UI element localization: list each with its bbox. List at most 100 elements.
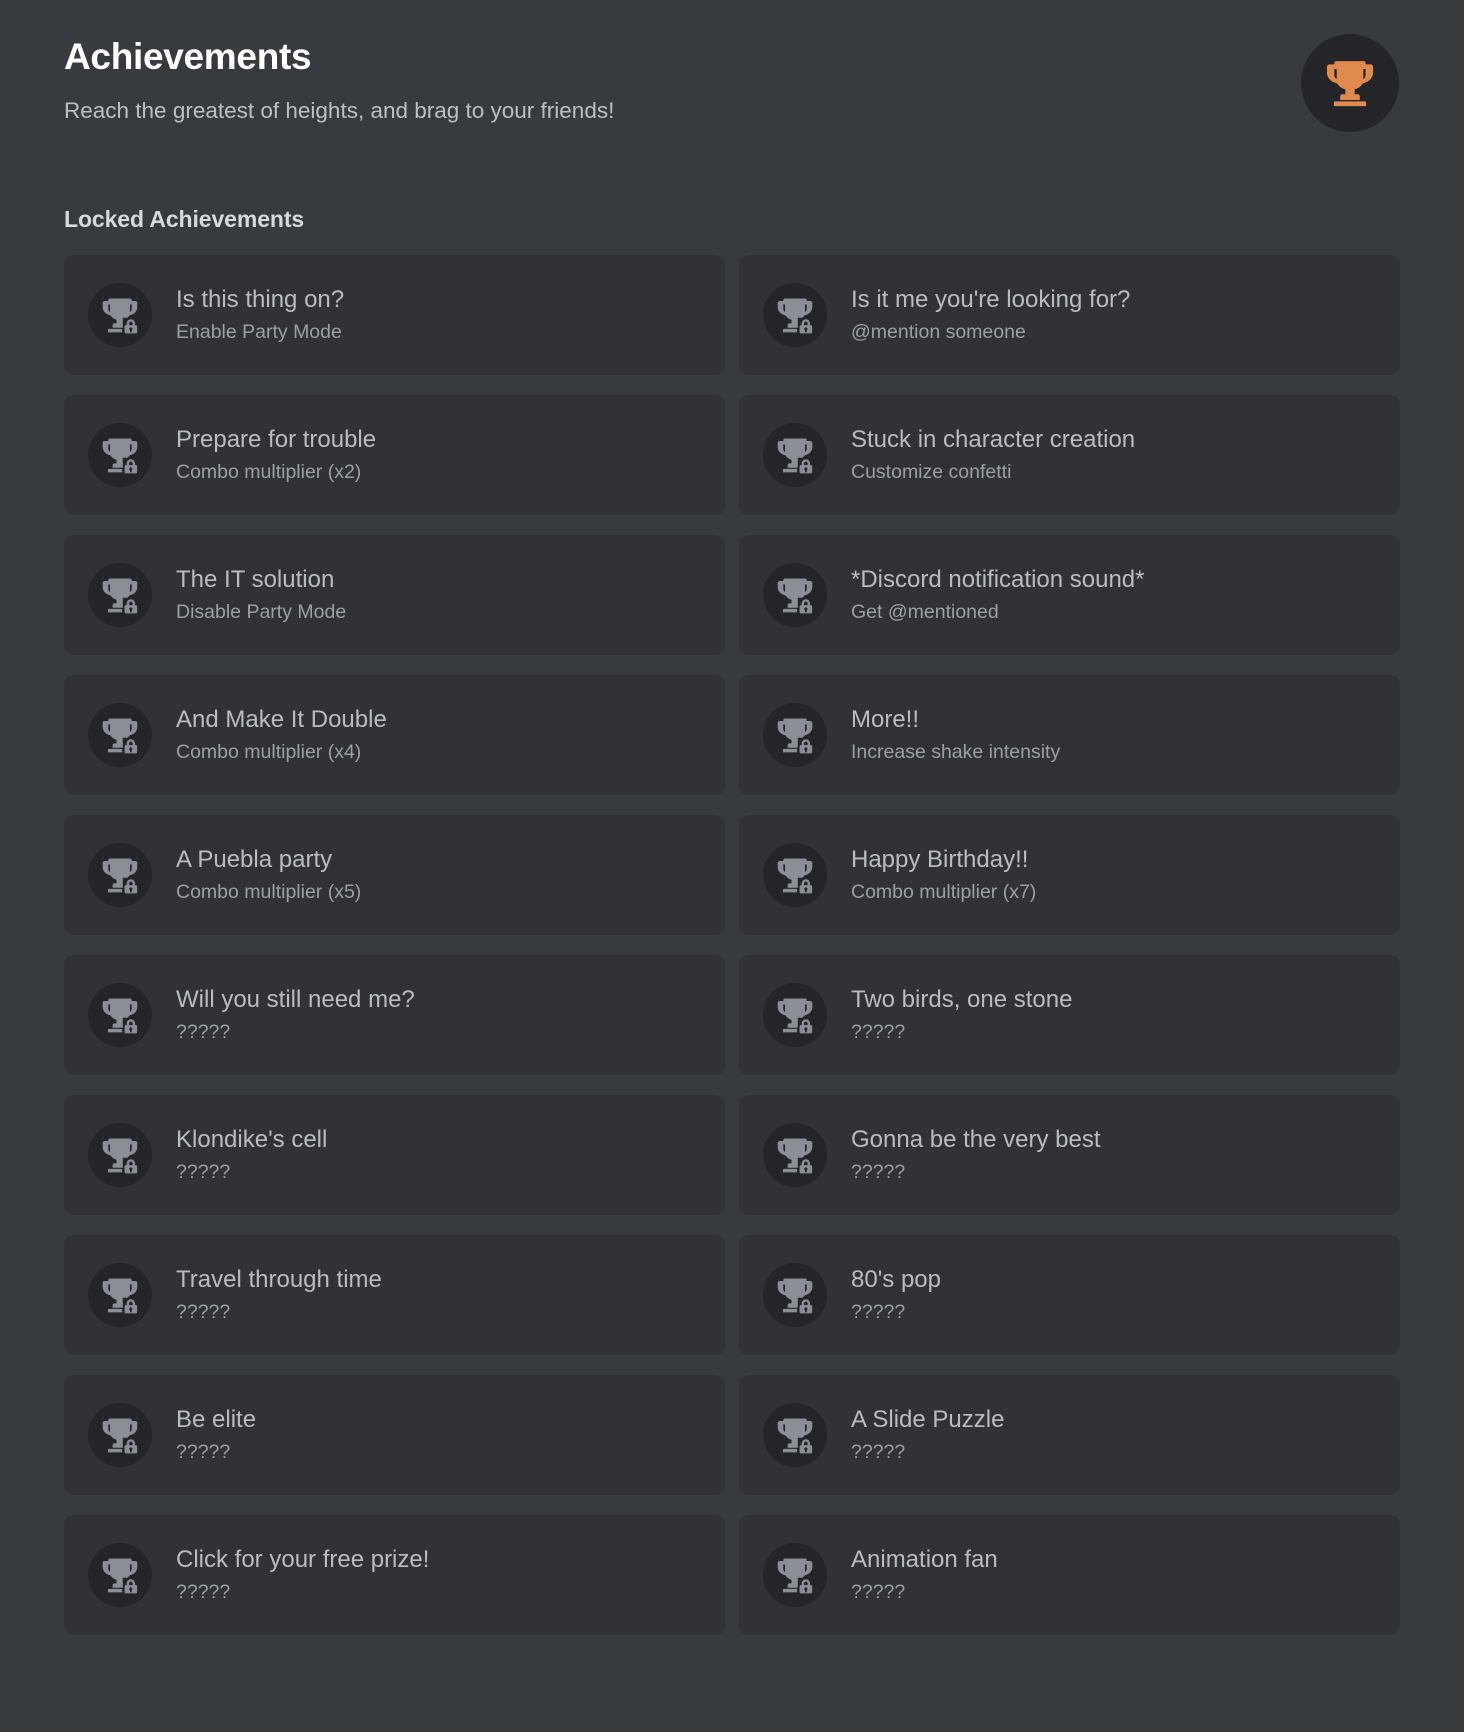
achievement-card[interactable]: Click for your free prize!????? (64, 1515, 725, 1635)
achievement-description: Combo multiplier (x2) (176, 460, 362, 483)
achievement-card[interactable]: Travel through time????? (64, 1235, 725, 1355)
achievement-title: And Make It Double (176, 705, 387, 733)
achievement-card[interactable]: And Make It Double Combo multiplier (x4) (64, 675, 725, 795)
achievement-text: 80's pop????? (851, 1266, 941, 1324)
trophy-locked-icon (88, 1403, 152, 1467)
achievement-card[interactable]: Is it me you're looking for? @mention som… (739, 255, 1400, 375)
achievement-text: Stuck in character creation Customize con… (851, 426, 1135, 484)
achievement-description: ????? (851, 1300, 906, 1323)
trophy-locked-icon (88, 1263, 152, 1327)
achievement-title: Prepare for trouble (176, 425, 377, 453)
achievements-grid: Is this thing on? Enable Party Mode Is it … (64, 255, 1400, 1635)
achievement-description: ????? (851, 1580, 906, 1603)
achievement-description: ????? (176, 1300, 231, 1323)
trophy-locked-icon (763, 983, 827, 1047)
achievement-title: A Puebla party (176, 845, 333, 873)
page-subtitle: Reach the greatest of heights, and brag … (64, 97, 615, 123)
achievement-description: ????? (176, 1160, 231, 1183)
achievement-text: And Make It Double Combo multiplier (x4) (176, 706, 387, 764)
achievement-title: Is it me you're looking for? (851, 285, 1131, 313)
achievement-card[interactable]: Klondike's cell????? (64, 1095, 725, 1215)
trophy-locked-icon (88, 703, 152, 767)
trophy-locked-icon (763, 843, 827, 907)
achievement-description: @mention someone (851, 320, 1026, 343)
trophy-locked-icon (88, 983, 152, 1047)
achievement-text: Is it me you're looking for? @mention som… (851, 286, 1130, 344)
trophy-locked-icon (88, 1543, 152, 1607)
achievement-card[interactable]: Gonna be the very best????? (739, 1095, 1400, 1215)
achievement-card[interactable]: Be elite????? (64, 1375, 725, 1495)
achievement-description: Disable Party Mode (176, 600, 347, 623)
achievement-text: Animation fan????? (851, 1546, 998, 1604)
achievement-text: More!! Increase shake intensity (851, 706, 1060, 764)
achievement-description: ????? (851, 1440, 906, 1463)
achievement-card[interactable]: Two birds, one stone????? (739, 955, 1400, 1075)
achievement-description: ????? (176, 1020, 231, 1043)
achievement-text: A Slide Puzzle????? (851, 1406, 1004, 1464)
achievement-text: Be elite????? (176, 1406, 256, 1464)
achievement-title: Will you still need me? (176, 985, 415, 1013)
achievement-card[interactable]: *Discord notification sound* Get @mention… (739, 535, 1400, 655)
header-trophy-badge (1301, 34, 1399, 132)
achievement-description: Combo multiplier (x5) (176, 880, 362, 903)
achievement-title: Click for your free prize! (176, 1545, 430, 1573)
achievement-title: Be elite (176, 1405, 257, 1433)
achievement-card[interactable]: The IT solution Disable Party Mode (64, 535, 725, 655)
achievement-title: Klondike's cell (176, 1125, 328, 1153)
achievement-title: Gonna be the very best (851, 1125, 1101, 1153)
achievements-page: Achievements Reach the greatest of heigh… (0, 0, 1464, 1732)
achievement-description: Enable Party Mode (176, 320, 342, 343)
achievement-title: A Slide Puzzle (851, 1405, 1005, 1433)
achievement-card[interactable]: Happy Birthday!! Combo multiplier (x7) (739, 815, 1400, 935)
achievement-card[interactable]: Animation fan????? (739, 1515, 1400, 1635)
achievement-description: Combo multiplier (x4) (176, 740, 362, 763)
trophy-locked-icon (88, 423, 152, 487)
achievement-title: 80's pop (851, 1265, 941, 1293)
achievement-text: Klondike's cell????? (176, 1126, 327, 1184)
trophy-locked-icon (763, 1263, 827, 1327)
achievement-description: Combo multiplier (x7) (851, 880, 1037, 903)
achievement-text: Will you still need me?????? (176, 986, 415, 1044)
achievement-card[interactable]: Will you still need me?????? (64, 955, 725, 1075)
trophy-locked-icon (88, 563, 152, 627)
achievement-description: Get @mentioned (851, 600, 999, 623)
achievement-text: Click for your free prize!????? (176, 1546, 429, 1604)
achievement-card[interactable]: Prepare for trouble Combo multiplier (x2) (64, 395, 725, 515)
trophy-locked-icon (763, 1403, 827, 1467)
achievement-text: Travel through time????? (176, 1266, 382, 1324)
achievement-description: Increase shake intensity (851, 740, 1061, 763)
achievement-title: Happy Birthday!! (851, 845, 1029, 873)
trophy-locked-icon (88, 1123, 152, 1187)
achievement-card[interactable]: Stuck in character creation Customize con… (739, 395, 1400, 515)
trophy-locked-icon (763, 703, 827, 767)
page-title: Achievements (64, 36, 312, 77)
achievement-title: Animation fan (851, 1545, 998, 1573)
achievement-card[interactable]: Is this thing on? Enable Party Mode (64, 255, 725, 375)
achievement-card[interactable]: A Slide Puzzle????? (739, 1375, 1400, 1495)
achievement-title: *Discord notification sound* (851, 565, 1145, 593)
trophy-locked-icon (763, 1123, 827, 1187)
achievement-text: Prepare for trouble Combo multiplier (x2) (176, 426, 376, 484)
trophy-locked-icon (763, 423, 827, 487)
achievement-title: Stuck in character creation (851, 425, 1136, 453)
achievement-card[interactable]: A Puebla party Combo multiplier (x5) (64, 815, 725, 935)
trophy-locked-icon (763, 563, 827, 627)
achievement-text: The IT solution Disable Party Mode (176, 566, 346, 624)
achievement-card[interactable]: More!! Increase shake intensity (739, 675, 1400, 795)
achievement-title: More!! (851, 705, 920, 733)
header-text-block: Achievements Reach the greatest of heigh… (64, 34, 614, 124)
trophy-locked-icon (88, 843, 152, 907)
achievement-text: Gonna be the very best????? (851, 1126, 1101, 1184)
achievement-card[interactable]: 80's pop????? (739, 1235, 1400, 1355)
achievement-text: Happy Birthday!! Combo multiplier (x7) (851, 846, 1036, 904)
achievement-title: Travel through time (176, 1265, 382, 1293)
achievement-text: Two birds, one stone????? (851, 986, 1072, 1044)
trophy-icon (1322, 55, 1378, 111)
achievement-text: Is this thing on? Enable Party Mode (176, 286, 344, 344)
achievement-title: The IT solution (176, 565, 335, 593)
achievement-title: Is this thing on? (176, 285, 345, 313)
trophy-locked-icon (763, 1543, 827, 1607)
trophy-locked-icon (88, 283, 152, 347)
achievement-title: Two birds, one stone (851, 985, 1073, 1013)
trophy-locked-icon (763, 283, 827, 347)
